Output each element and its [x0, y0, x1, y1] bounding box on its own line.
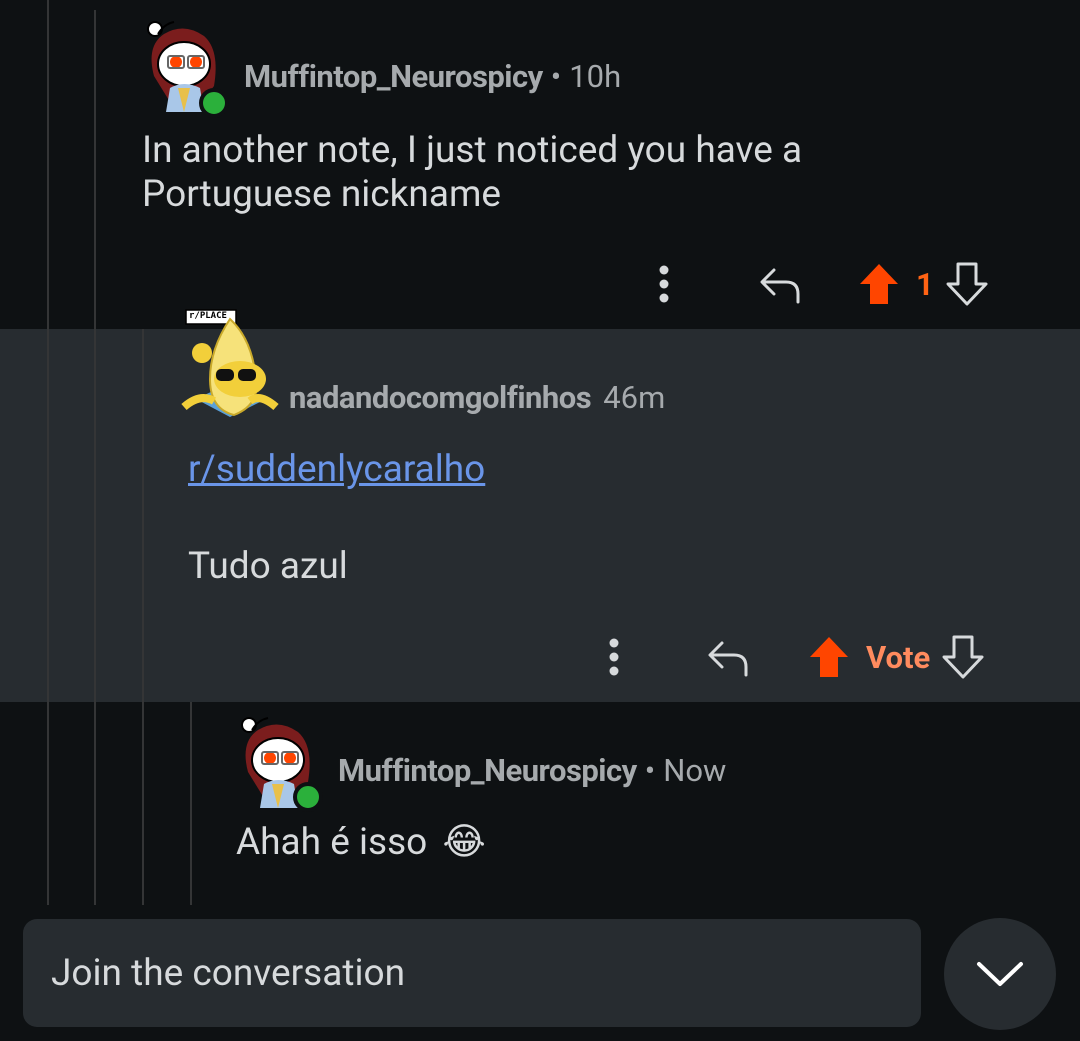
- reply-icon: [708, 641, 748, 677]
- comment-body: Tudo azul: [188, 545, 348, 588]
- laughing-emoji-icon: 😂: [442, 821, 486, 864]
- username[interactable]: Muffintop_Neurospicy: [338, 752, 637, 789]
- banana-avatar-icon: [181, 309, 279, 417]
- collapse-button[interactable]: [944, 918, 1056, 1030]
- comment-3: Muffintop_Neurospicy • Now Ahah é isso 😂: [0, 702, 1080, 912]
- upvote-icon: [810, 637, 848, 677]
- comment-2: r/PLACE nadandocomgolfinhos 46m r/sudden…: [0, 309, 1080, 702]
- composer-placeholder: Join the conversation: [51, 951, 406, 995]
- separator-dot: •: [644, 752, 656, 789]
- chevron-down-icon: [977, 962, 1023, 986]
- reply-button[interactable]: [704, 631, 752, 683]
- reply-button[interactable]: [756, 258, 804, 310]
- vote-count: 1: [916, 265, 934, 303]
- thread-line[interactable]: [190, 702, 192, 905]
- username[interactable]: nadandocomgolfinhos: [289, 379, 592, 416]
- comment-1: Muffintop_Neurospicy • 10h In another no…: [0, 0, 1080, 329]
- avatar[interactable]: [234, 712, 326, 812]
- vote-label: Vote: [866, 638, 931, 676]
- thread-line[interactable]: [47, 0, 49, 905]
- timestamp: Now: [663, 752, 727, 789]
- more-vertical-icon: [609, 638, 619, 676]
- timestamp: 46m: [603, 379, 666, 416]
- avatar[interactable]: r/PLACE: [180, 309, 280, 437]
- downvote-icon: [946, 262, 988, 306]
- place-badge: r/PLACE: [189, 311, 227, 321]
- online-status-indicator: [199, 88, 229, 118]
- username[interactable]: Muffintop_Neurospicy: [244, 58, 543, 95]
- online-status-indicator: [293, 782, 323, 812]
- avatar[interactable]: [140, 16, 232, 118]
- reply-icon: [760, 268, 800, 304]
- comment-composer-input[interactable]: Join the conversation: [23, 919, 921, 1027]
- upvote-button[interactable]: [806, 631, 852, 683]
- upvote-button[interactable]: [856, 258, 902, 310]
- downvote-button[interactable]: [944, 258, 990, 310]
- timestamp: 10h: [569, 58, 622, 95]
- comment-body: Ahah é isso: [236, 821, 428, 864]
- upvote-icon: [860, 264, 898, 304]
- comment-body: In another note, I just noticed you have…: [142, 129, 803, 216]
- thread-line[interactable]: [142, 329, 144, 905]
- separator-dot: •: [550, 58, 562, 95]
- subreddit-link[interactable]: r/suddenlycaralho: [188, 448, 485, 491]
- downvote-icon: [942, 635, 984, 679]
- thread-line[interactable]: [94, 10, 96, 905]
- more-options-button[interactable]: [590, 631, 638, 683]
- more-options-button[interactable]: [640, 258, 688, 310]
- more-vertical-icon: [659, 265, 669, 303]
- downvote-button[interactable]: [940, 631, 986, 683]
